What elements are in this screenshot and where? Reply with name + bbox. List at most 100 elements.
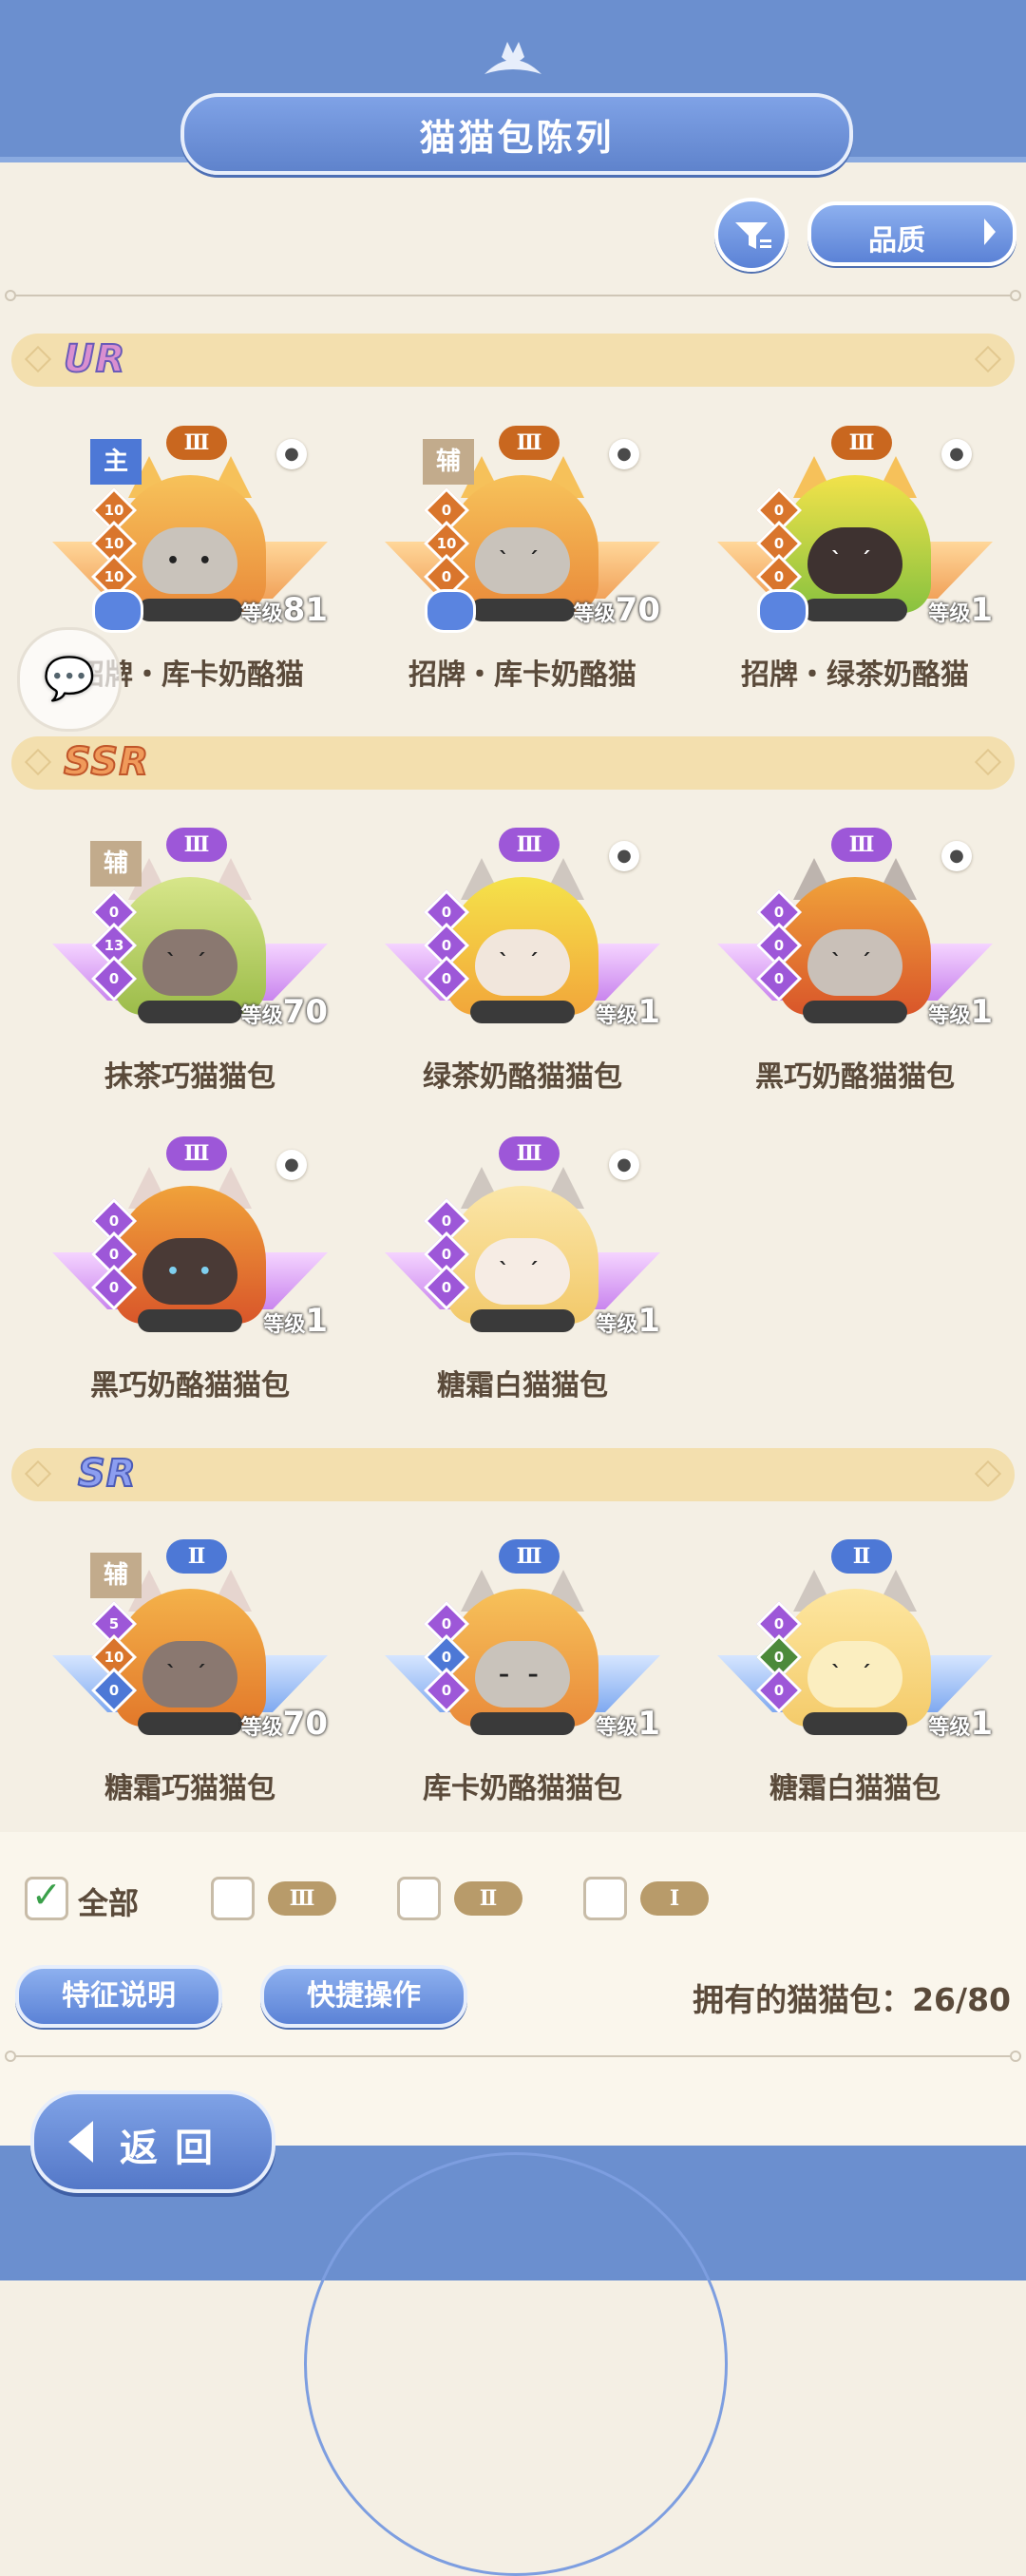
paw-icon xyxy=(757,589,808,633)
grade-badge: Ⅲ xyxy=(499,1136,560,1171)
diamond-icon xyxy=(974,1460,1002,1488)
feature-description-button[interactable]: 特征说明 xyxy=(15,1965,222,2028)
grade-pill: Ⅱ xyxy=(454,1881,522,1916)
diamond-icon xyxy=(24,748,52,776)
cat-crest-icon xyxy=(484,42,542,74)
cat-card[interactable]: ˋ ˊ Ⅱ 辅 5 10 0 等级70 糖霜巧猫猫包 xyxy=(33,1532,347,1817)
role-badge: 主 xyxy=(90,439,142,485)
cat-name: 黑巧奶酪猫猫包 xyxy=(90,1369,290,1402)
back-label: 返回 xyxy=(120,2127,230,2170)
grade-badge: Ⅲ xyxy=(166,1136,227,1171)
cat-eyes: ˋ ˊ xyxy=(499,951,544,975)
grade-badge: Ⅲ xyxy=(499,426,560,460)
cat-card[interactable]: – – Ⅲ 0 0 0 等级1 库卡奶酪猫猫包 xyxy=(366,1532,679,1817)
lock-icon[interactable]: ● xyxy=(276,1150,307,1180)
checkbox-all-label: 全部 xyxy=(78,1885,140,1921)
level-label: 等级70 xyxy=(240,993,328,1031)
lock-icon[interactable]: ● xyxy=(276,439,307,469)
level-label: 等级1 xyxy=(928,993,993,1031)
chat-bubble-icon[interactable]: 💬 xyxy=(17,627,122,732)
cat-eyes: – – xyxy=(499,1663,544,1687)
arrow-right-icon xyxy=(984,219,996,245)
cat-card[interactable]: ˋ ˊ Ⅲ 辅 0 13 0 等级70 抹茶巧猫猫包 xyxy=(33,820,347,1105)
divider xyxy=(5,2051,1021,2062)
chevron-left-icon xyxy=(68,2121,93,2163)
quality-label: 品质 xyxy=(868,224,925,258)
cat-name: 招牌・绿茶奶酪猫 xyxy=(741,658,969,692)
section-header-sr: SR xyxy=(11,1448,1015,1501)
level-label: 等级70 xyxy=(240,1705,328,1743)
role-badge: 辅 xyxy=(90,1553,142,1598)
section-tag: UR xyxy=(63,336,126,382)
cat-name: 糖霜巧猫猫包 xyxy=(104,1772,276,1805)
lock-icon[interactable]: ● xyxy=(609,841,639,871)
grade-badge: Ⅱ xyxy=(831,1539,892,1574)
diamond-icon xyxy=(24,345,52,373)
cat-name: 黑巧奶酪猫猫包 xyxy=(755,1060,955,1094)
title-plate: 猫猫包陈列 xyxy=(180,93,853,175)
quick-action-button[interactable]: 快捷操作 xyxy=(260,1965,467,2028)
role-badge: 辅 xyxy=(423,439,474,485)
checkbox-grade-2[interactable] xyxy=(397,1877,441,1920)
cat-card[interactable]: ˋ ˊ Ⅲ ● 0 0 0 等级1 黑巧奶酪猫猫包 xyxy=(698,820,1012,1105)
cat-card[interactable]: ˋ ˊ Ⅲ ● 0 0 0 等级1 糖霜白猫猫包 xyxy=(366,1129,679,1414)
level-label: 等级70 xyxy=(573,591,660,629)
grade-badge: Ⅲ xyxy=(166,426,227,460)
page-title: 猫猫包陈列 xyxy=(419,117,615,159)
grade-badge: Ⅲ xyxy=(499,1539,560,1574)
back-button[interactable]: 返回 xyxy=(30,2090,276,2193)
cat-card[interactable]: • • Ⅲ ● 0 0 0 等级1 黑巧奶酪猫猫包 xyxy=(33,1129,347,1414)
cat-eyes: • • xyxy=(166,549,218,573)
lock-icon[interactable]: ● xyxy=(941,439,972,469)
grade-badge: Ⅲ xyxy=(831,828,892,862)
quality-sort-button[interactable]: 品质 xyxy=(808,201,1016,266)
lock-icon[interactable]: ● xyxy=(609,439,639,469)
section-tag: SR xyxy=(77,1451,137,1497)
grade-badge: Ⅱ xyxy=(166,1539,227,1574)
checkbox-grade-3[interactable] xyxy=(211,1877,255,1920)
cat-eyes: ˋ ˊ xyxy=(499,1260,544,1284)
cat-eyes: ˋ ˊ xyxy=(831,951,877,975)
filter-button[interactable] xyxy=(714,198,788,272)
role-badge: 辅 xyxy=(90,841,142,887)
grade-badge: Ⅲ xyxy=(831,426,892,460)
lock-icon[interactable]: ● xyxy=(941,841,972,871)
level-label: 等级1 xyxy=(596,1302,660,1340)
grade-badge: Ⅲ xyxy=(499,828,560,862)
owned-count: 拥有的猫猫包：26/80 xyxy=(693,1981,1011,2018)
section-tag: SSR xyxy=(63,739,149,785)
paw-icon xyxy=(92,589,143,633)
lock-icon[interactable]: ● xyxy=(609,1150,639,1180)
diamond-icon xyxy=(24,1460,52,1488)
grade-badge: Ⅲ xyxy=(166,828,227,862)
cat-card[interactable]: ˋ ˊ Ⅱ 0 0 0 等级1 糖霜白猫猫包 xyxy=(698,1532,1012,1817)
level-label: 等级1 xyxy=(928,591,993,629)
cat-name: 招牌・库卡奶酪猫 xyxy=(408,658,636,692)
level-label: 等级1 xyxy=(596,993,660,1031)
diamond-icon xyxy=(974,345,1002,373)
level-label: 等级1 xyxy=(263,1302,328,1340)
section-header-ur: UR xyxy=(11,334,1015,387)
section-header-ssr: SSR xyxy=(11,736,1015,790)
level-label: 等级1 xyxy=(928,1705,993,1743)
grade-pill: Ⅰ xyxy=(640,1881,709,1916)
divider xyxy=(5,290,1021,301)
footer-ornament xyxy=(304,2152,728,2576)
cat-name: 糖霜白猫猫包 xyxy=(770,1772,940,1805)
cat-name: 抹茶巧猫猫包 xyxy=(104,1060,276,1094)
cat-card[interactable]: ˋ ˊ Ⅲ ● 辅 0 10 0 等级70 招牌・库卡奶酪猫 xyxy=(366,418,679,703)
cat-eyes: ˋ ˊ xyxy=(831,549,877,573)
level-label: 等级1 xyxy=(596,1705,660,1743)
cat-eyes: ˋ ˊ xyxy=(166,1663,212,1687)
cat-card[interactable]: ˋ ˊ Ⅲ ● 0 0 0 等级1 绿茶奶酪猫猫包 xyxy=(366,820,679,1105)
checkbox-grade-1[interactable] xyxy=(583,1877,627,1920)
cat-eyes: ˋ ˊ xyxy=(166,951,212,975)
filter-icon xyxy=(735,222,771,249)
level-label: 等级81 xyxy=(240,591,328,629)
checkbox-all[interactable] xyxy=(25,1874,68,1920)
paw-icon xyxy=(425,589,476,633)
cat-eyes: • • xyxy=(166,1260,218,1284)
grade-pill: Ⅲ xyxy=(268,1881,336,1916)
cat-name: 库卡奶酪猫猫包 xyxy=(423,1772,622,1805)
cat-card[interactable]: ˋ ˊ Ⅲ ● 0 0 0 等级1 招牌・绿茶奶酪猫 xyxy=(698,418,1012,703)
